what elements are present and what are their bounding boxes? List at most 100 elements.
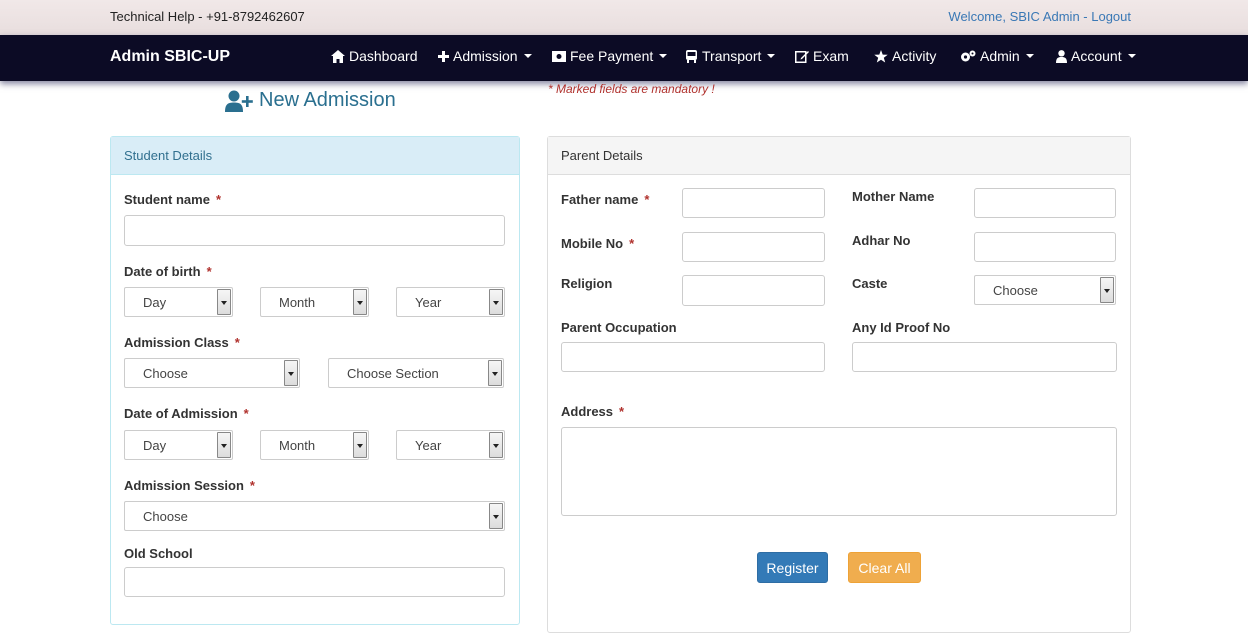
old-school-label: Old School bbox=[124, 546, 193, 561]
caste-label: Caste bbox=[852, 276, 888, 291]
dropdown-arrow-icon bbox=[217, 289, 231, 315]
nav-exam-label: Exam bbox=[813, 48, 849, 64]
technical-help-text: Technical Help - +91-8792462607 bbox=[110, 9, 305, 24]
top-info-bar: Technical Help - +91-8792462607 Welcome,… bbox=[0, 0, 1248, 35]
admission-session-value: Choose bbox=[143, 509, 188, 524]
register-button[interactable]: Register bbox=[757, 552, 828, 583]
caste-select[interactable]: Choose bbox=[974, 275, 1116, 305]
navbar-brand[interactable]: Admin SBIC-UP bbox=[110, 48, 230, 66]
nav-account[interactable]: Account bbox=[1056, 48, 1136, 64]
dropdown-arrow-icon bbox=[489, 289, 503, 315]
chevron-down-icon bbox=[659, 54, 668, 58]
money-icon bbox=[552, 50, 566, 62]
nav-exam[interactable]: Exam bbox=[795, 48, 849, 64]
address-label: Address * bbox=[561, 404, 624, 419]
dob-year-select[interactable]: Year bbox=[396, 287, 505, 317]
plus-icon bbox=[438, 50, 449, 62]
bus-icon bbox=[686, 49, 697, 63]
id-proof-label: Any Id Proof No bbox=[852, 320, 951, 335]
religion-label: Religion bbox=[561, 276, 613, 291]
page-title-text: New Admission bbox=[259, 89, 396, 111]
old-school-input[interactable] bbox=[124, 567, 505, 597]
doa-month-select[interactable]: Month bbox=[260, 430, 369, 460]
nav-admin[interactable]: Admin bbox=[960, 48, 1034, 64]
parent-occupation-input[interactable] bbox=[561, 342, 825, 372]
admission-session-label-text: Admission Session bbox=[124, 478, 244, 493]
nav-fee-payment-label: Fee Payment bbox=[570, 48, 654, 64]
required-mark: * bbox=[629, 236, 635, 251]
doa-year-select[interactable]: Year bbox=[396, 430, 505, 460]
section-value: Choose Section bbox=[347, 366, 439, 381]
nav-fee-payment[interactable]: Fee Payment bbox=[552, 48, 668, 64]
admission-class-label-text: Admission Class bbox=[124, 335, 229, 350]
nav-account-label: Account bbox=[1071, 48, 1122, 64]
admission-session-label: Admission Session * bbox=[124, 478, 255, 493]
clear-all-button[interactable]: Clear All bbox=[848, 552, 921, 583]
dob-label-text: Date of birth bbox=[124, 264, 201, 279]
nav-dashboard[interactable]: Dashboard bbox=[331, 48, 418, 64]
chevron-down-icon bbox=[523, 54, 532, 58]
dob-day-select[interactable]: Day bbox=[124, 287, 233, 317]
dropdown-arrow-icon bbox=[489, 503, 503, 529]
dropdown-arrow-icon bbox=[353, 432, 367, 458]
admission-class-value: Choose bbox=[143, 366, 188, 381]
page-title: New Admission bbox=[225, 89, 396, 112]
address-label-text: Address bbox=[561, 404, 614, 419]
id-proof-input[interactable] bbox=[852, 342, 1117, 372]
nav-admin-label: Admin bbox=[980, 48, 1020, 64]
required-mark: * bbox=[644, 192, 650, 207]
user-plus-icon bbox=[225, 90, 253, 112]
admission-class-select[interactable]: Choose bbox=[124, 358, 300, 388]
dob-month-value: Month bbox=[279, 295, 316, 310]
required-mark: * bbox=[234, 335, 240, 350]
dob-month-select[interactable]: Month bbox=[260, 287, 369, 317]
main-navbar: Admin SBIC-UP Dashboard Admission Fee Pa… bbox=[0, 35, 1248, 81]
admission-session-select[interactable]: Choose bbox=[124, 501, 505, 531]
welcome-text: Welcome, SBIC Admin - Logout bbox=[948, 9, 1131, 24]
star-icon bbox=[874, 49, 888, 62]
adhar-no-label: Adhar No bbox=[852, 233, 911, 248]
doa-year-value: Year bbox=[415, 438, 442, 453]
adhar-no-input[interactable] bbox=[974, 232, 1116, 262]
dropdown-arrow-icon bbox=[488, 360, 502, 386]
dropdown-arrow-icon bbox=[1100, 277, 1114, 303]
address-textarea[interactable] bbox=[561, 427, 1117, 516]
student-name-input[interactable] bbox=[124, 215, 505, 246]
nav-admission[interactable]: Admission bbox=[438, 48, 532, 64]
section-select[interactable]: Choose Section bbox=[328, 358, 504, 388]
parent-panel-heading: Parent Details bbox=[548, 137, 1130, 175]
home-icon bbox=[331, 49, 345, 63]
mother-name-label: Mother Name bbox=[852, 189, 935, 204]
student-name-label: Student name * bbox=[124, 192, 221, 207]
doa-day-select[interactable]: Day bbox=[124, 430, 233, 460]
father-name-input[interactable] bbox=[682, 188, 825, 218]
required-mark: * bbox=[206, 264, 212, 279]
dob-day-value: Day bbox=[143, 295, 167, 310]
mandatory-note: * Marked fields are mandatory ! bbox=[548, 82, 715, 96]
required-mark: * bbox=[249, 478, 255, 493]
cogs-icon bbox=[961, 50, 976, 61]
mobile-no-input[interactable] bbox=[682, 232, 825, 262]
logout-link[interactable]: Logout bbox=[1091, 9, 1131, 24]
required-mark: * bbox=[619, 404, 625, 419]
mobile-no-label-text: Mobile No bbox=[561, 236, 624, 251]
religion-input[interactable] bbox=[682, 275, 825, 306]
required-mark: * bbox=[215, 192, 222, 207]
nav-dashboard-label: Dashboard bbox=[349, 48, 418, 64]
dropdown-arrow-icon bbox=[217, 432, 231, 458]
nav-transport-label: Transport bbox=[702, 48, 762, 64]
date-of-admission-label: Date of Admission * bbox=[124, 406, 249, 421]
edit-icon bbox=[795, 50, 809, 63]
nav-admission-label: Admission bbox=[453, 48, 518, 64]
dob-year-value: Year bbox=[415, 295, 442, 310]
doa-day-value: Day bbox=[143, 438, 167, 453]
nav-transport[interactable]: Transport bbox=[685, 48, 776, 64]
mobile-no-label: Mobile No * bbox=[561, 236, 634, 251]
doa-month-value: Month bbox=[279, 438, 316, 453]
nav-activity[interactable]: Activity bbox=[874, 48, 936, 64]
father-name-label: Father name * bbox=[561, 192, 649, 207]
nav-activity-label: Activity bbox=[892, 48, 937, 64]
mother-name-input[interactable] bbox=[974, 188, 1116, 218]
dob-label: Date of birth * bbox=[124, 264, 212, 279]
caste-value: Choose bbox=[993, 283, 1038, 298]
